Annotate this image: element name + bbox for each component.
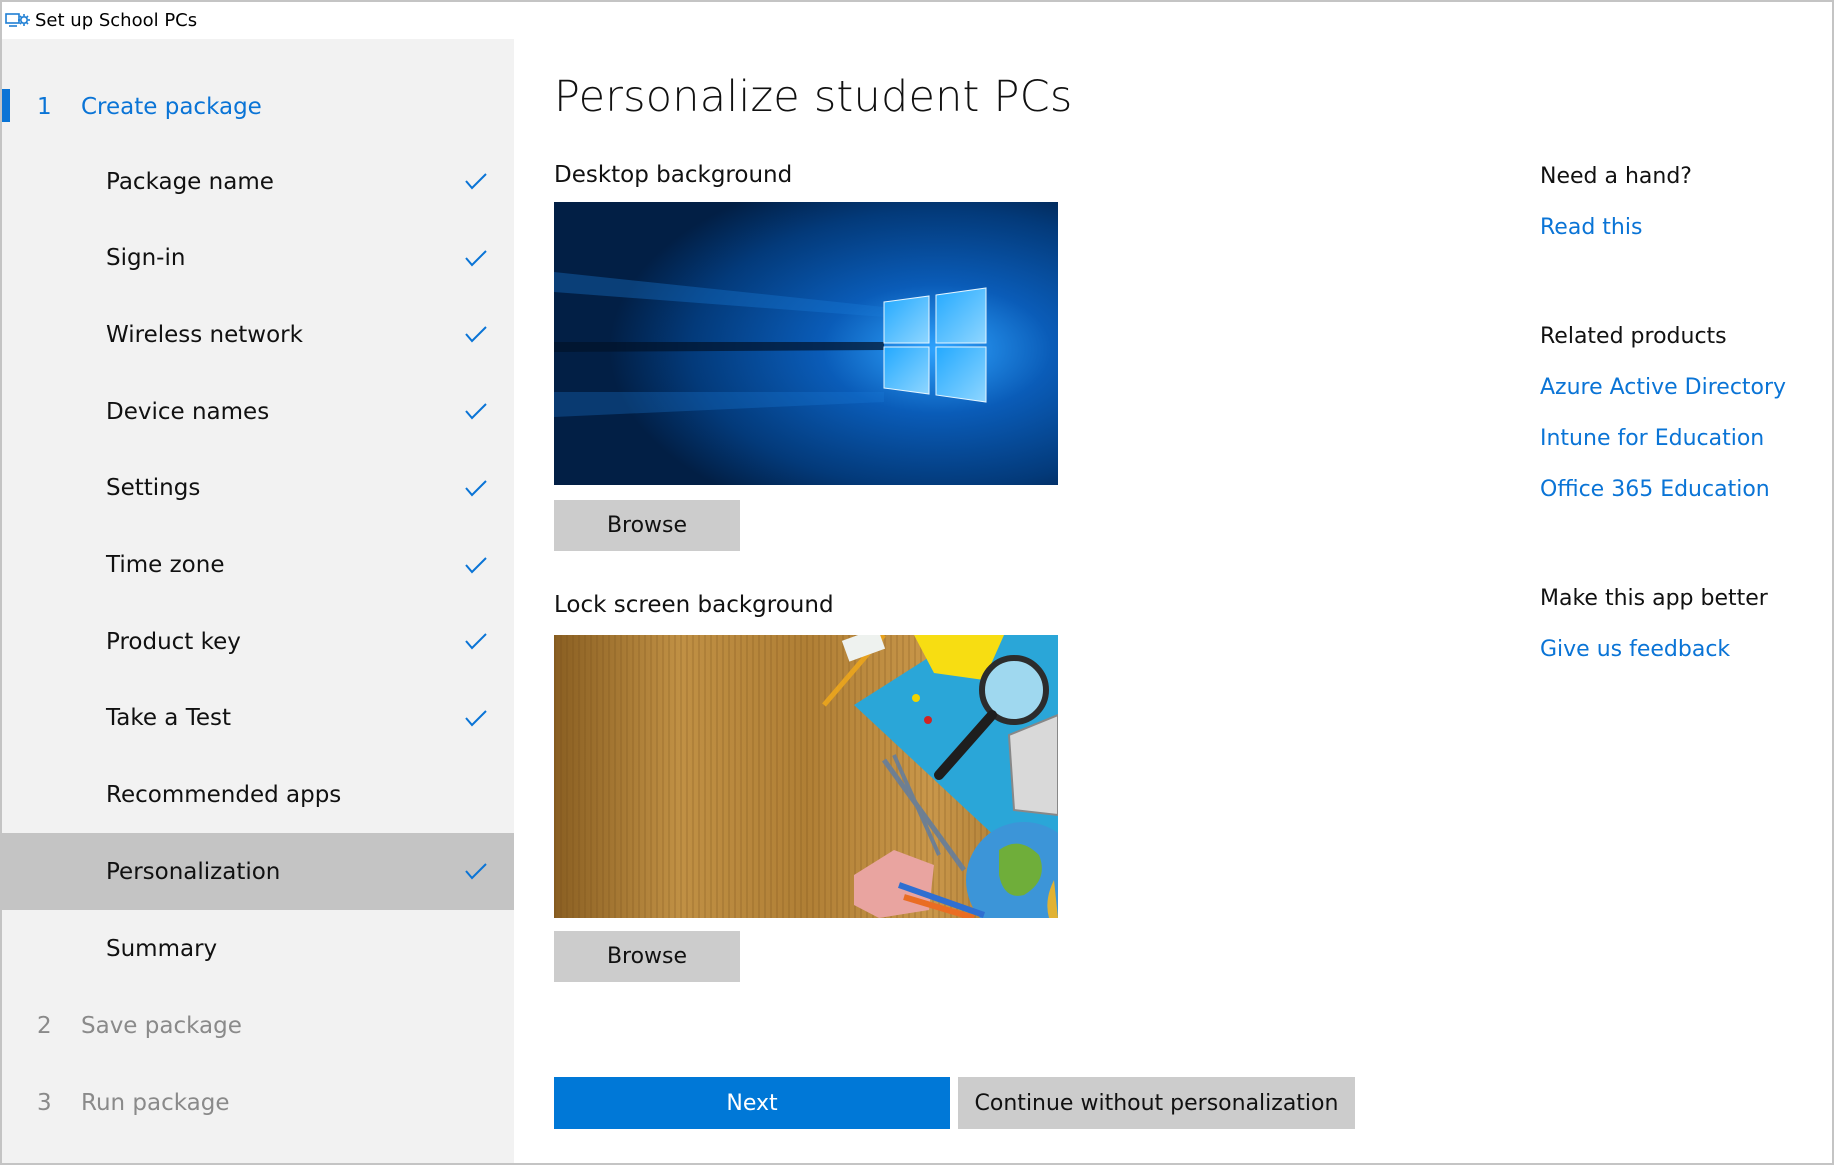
desktop-background-preview xyxy=(554,202,1058,485)
windows-wallpaper-image xyxy=(554,202,1058,485)
intune-for-education-link[interactable]: Intune for Education xyxy=(1540,426,1764,451)
substep-label: Time zone xyxy=(106,552,225,578)
substep-sign-in[interactable]: Sign-in xyxy=(2,220,514,297)
step-label: Save package xyxy=(81,1013,242,1039)
substep-wireless-network[interactable]: Wireless network xyxy=(2,296,514,373)
substep-take-a-test[interactable]: Take a Test xyxy=(2,680,514,757)
read-this-link[interactable]: Read this xyxy=(1540,215,1642,240)
substep-label: Personalization xyxy=(106,858,281,885)
checkmark-icon xyxy=(465,326,487,343)
substep-settings[interactable]: Settings xyxy=(2,450,514,527)
checkmark-icon xyxy=(465,480,487,497)
substep-recommended-apps[interactable]: Recommended apps xyxy=(2,757,514,834)
checkmark-icon xyxy=(465,556,487,573)
school-pc-setup-icon xyxy=(5,12,30,27)
azure-active-directory-link[interactable]: Azure Active Directory xyxy=(1540,375,1786,400)
make-app-better-heading: Make this app better xyxy=(1540,586,1768,611)
substep-personalization[interactable]: Personalization xyxy=(2,833,514,911)
give-feedback-link[interactable]: Give us feedback xyxy=(1540,637,1730,662)
checkmark-icon xyxy=(465,863,487,880)
wizard-sidebar: 1 Create package Package name Sign-in Wire… xyxy=(2,39,514,1163)
title-bar: Set up School PCs xyxy=(2,2,1832,39)
substep-label: Take a Test xyxy=(106,705,231,732)
substep-package-name[interactable]: Package name xyxy=(2,143,514,220)
continue-without-personalization-button[interactable]: Continue without personalization xyxy=(958,1077,1355,1129)
checkmark-icon xyxy=(465,173,487,190)
substep-label: Summary xyxy=(106,935,218,962)
substep-label: Product key xyxy=(106,628,241,655)
step-create-package[interactable]: 1 Create package xyxy=(2,69,514,145)
checkmark-icon xyxy=(465,633,487,650)
substep-label: Device names xyxy=(106,398,270,425)
substep-label: Package name xyxy=(106,168,274,195)
next-button[interactable]: Next xyxy=(554,1077,950,1129)
substep-device-names[interactable]: Device names xyxy=(2,373,514,450)
substep-label: Settings xyxy=(106,475,201,502)
step-save-package: 2 Save package xyxy=(2,988,514,1064)
substep-label: Sign-in xyxy=(106,245,186,272)
window-title: Set up School PCs xyxy=(35,10,198,31)
substep-label: Recommended apps xyxy=(106,782,342,809)
active-step-indicator xyxy=(2,89,10,122)
step-run-package: 3 Run package xyxy=(2,1065,514,1141)
step-label: Create package xyxy=(81,94,262,120)
desktop-background-label: Desktop background xyxy=(554,162,793,188)
lockscreen-background-preview xyxy=(554,635,1058,918)
substep-time-zone[interactable]: Time zone xyxy=(2,527,514,604)
app-window: Set up School PCs 1 Create package Packa… xyxy=(0,0,1834,1165)
step-number: 2 xyxy=(37,1013,52,1039)
substep-product-key[interactable]: Product key xyxy=(2,603,514,680)
substep-label: Wireless network xyxy=(106,321,303,348)
page-title: Personalize student PCs xyxy=(554,72,1073,122)
step-number: 3 xyxy=(37,1090,52,1116)
office-365-education-link[interactable]: Office 365 Education xyxy=(1540,477,1770,502)
checkmark-icon xyxy=(465,710,487,727)
help-heading: Need a hand? xyxy=(1540,164,1692,189)
desktop-browse-button[interactable]: Browse xyxy=(554,500,740,551)
lockscreen-background-label: Lock screen background xyxy=(554,592,834,618)
lockscreen-browse-button[interactable]: Browse xyxy=(554,931,740,982)
checkmark-icon xyxy=(465,403,487,420)
related-products-heading: Related products xyxy=(1540,324,1727,349)
substep-summary[interactable]: Summary xyxy=(2,910,514,987)
step-label: Run package xyxy=(81,1090,230,1116)
step-number: 1 xyxy=(37,94,52,120)
checkmark-icon xyxy=(465,249,487,267)
school-supplies-image xyxy=(554,635,1058,918)
